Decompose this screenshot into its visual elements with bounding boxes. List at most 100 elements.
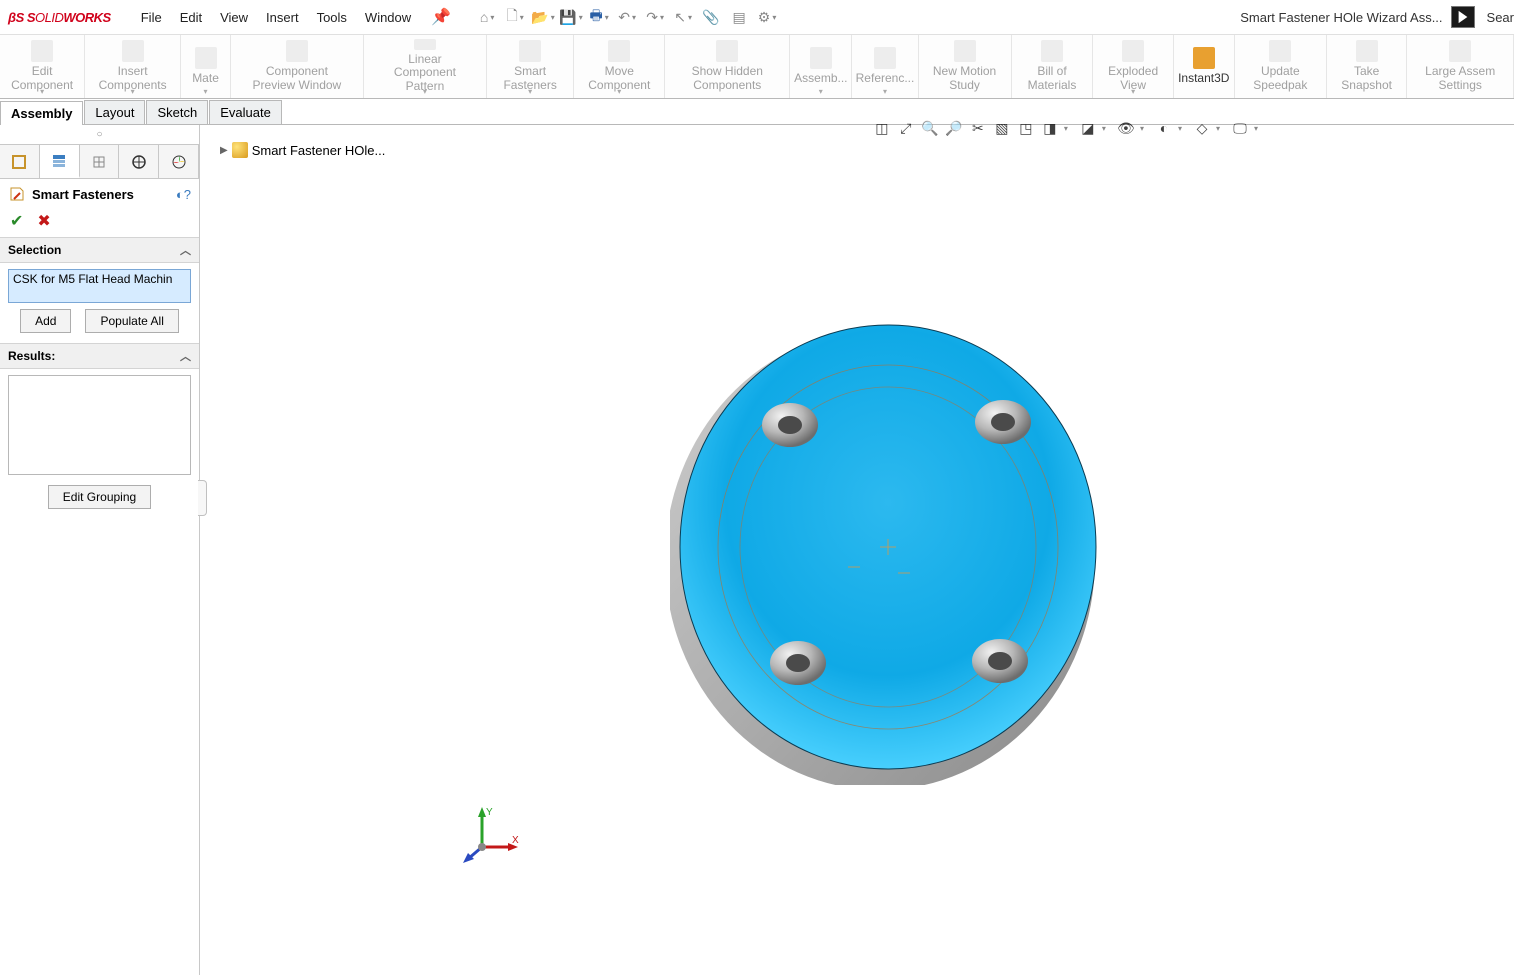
select-icon[interactable]: ↖▾ (669, 6, 697, 28)
redo-icon[interactable]: ↷▾ (641, 6, 669, 28)
smart-fasteners-icon (8, 185, 26, 203)
ribbon-large-assem-settings[interactable]: Large Assem Settings (1407, 35, 1514, 98)
appearance-tab[interactable] (159, 145, 199, 178)
tab-sketch[interactable]: Sketch (146, 100, 208, 124)
dropdown-icon: ▾ (617, 87, 621, 96)
ribbon-label: Instant3D (1178, 72, 1229, 86)
ribbon-bill-of-materials[interactable]: Bill of Materials (1012, 35, 1094, 98)
ribbon-icon (810, 47, 832, 69)
property-manager-panel: ○ Smart Fasteners ◐? ✔ ✖ Selection ︿ CSK… (0, 125, 200, 975)
ribbon-icon (1122, 40, 1144, 62)
ribbon-icon (286, 40, 308, 62)
search-label: Sear (1487, 10, 1514, 25)
attach-icon[interactable]: 📎 (697, 6, 725, 28)
menu-view[interactable]: View (212, 6, 256, 29)
dropdown-icon: ▾ (1131, 87, 1135, 96)
ribbon-icon (414, 39, 436, 50)
tab-assembly[interactable]: Assembly (0, 101, 83, 125)
add-button[interactable]: Add (20, 309, 71, 333)
dropdown-icon: ▾ (819, 87, 823, 96)
flange-model[interactable] (670, 315, 1100, 785)
menu-window[interactable]: Window (357, 6, 419, 29)
dim-manager-tab[interactable] (119, 145, 159, 178)
ribbon-instant3d[interactable]: Instant3D (1174, 35, 1235, 98)
ribbon-icon (1041, 40, 1063, 62)
ribbon-smart-fasteners[interactable]: Smart Fasteners▾ (487, 35, 574, 98)
open-icon[interactable]: 📂▾ (529, 6, 557, 28)
ribbon-icon (31, 40, 53, 62)
menu-insert[interactable]: Insert (258, 6, 307, 29)
menu-edit[interactable]: Edit (172, 6, 210, 29)
save-icon[interactable]: 💾▾ (557, 6, 585, 28)
ribbon-update-speedpak[interactable]: Update Speedpak (1235, 35, 1327, 98)
new-icon[interactable]: 🗋▾ (501, 6, 529, 28)
pin-icon[interactable]: 📌 (425, 4, 457, 30)
menu-bar: βS SOLIDWORKS File Edit View Insert Tool… (0, 0, 1514, 34)
ribbon-label: New Motion Study (931, 65, 999, 93)
ribbon-take-snapshot[interactable]: Take Snapshot (1327, 35, 1408, 98)
pm-header: Smart Fasteners ◐? (0, 179, 199, 209)
selection-section-header[interactable]: Selection ︿ (0, 237, 199, 263)
document-title: Smart Fastener HOle Wizard Ass... (1240, 10, 1442, 25)
command-tabs: AssemblyLayoutSketchEvaluate (0, 99, 1514, 125)
graphics-viewport[interactable]: Y X (200, 125, 1514, 975)
results-label: Results: (8, 349, 55, 363)
svg-text:Y: Y (486, 807, 493, 818)
ribbon-edit-component[interactable]: Edit Component▾ (0, 35, 85, 98)
ok-button[interactable]: ✔ (10, 211, 23, 231)
config-manager-tab[interactable] (80, 145, 120, 178)
undo-icon[interactable]: ↶▾ (613, 6, 641, 28)
ribbon-label: Mate (192, 72, 219, 86)
ribbon: Edit Component▾Insert Components▾Mate▾Co… (0, 34, 1514, 99)
ribbon-icon (608, 40, 630, 62)
main-menu: File Edit View Insert Tools Window (133, 6, 419, 29)
tab-layout[interactable]: Layout (84, 100, 145, 124)
ribbon-linear-component-pattern[interactable]: Linear Component Pattern▾ (364, 35, 487, 98)
home-icon[interactable]: ⌂▾ (473, 6, 501, 28)
ribbon-move-component[interactable]: Move Component▾ (574, 35, 665, 98)
ribbon-new-motion-study[interactable]: New Motion Study (919, 35, 1012, 98)
view-triad[interactable]: Y X (460, 805, 520, 865)
ribbon-referenc-[interactable]: Referenc...▾ (852, 35, 918, 98)
quick-access-toolbar: ⌂▾ 🗋▾ 📂▾ 💾▾ 🖶▾ ↶▾ ↷▾ ↖▾ 📎 ▤ ⚙▾ (473, 6, 781, 28)
options-icon[interactable]: ⚙▾ (753, 6, 781, 28)
selection-list[interactable]: CSK for M5 Flat Head Machin (8, 269, 191, 303)
ribbon-assemb-[interactable]: Assemb...▾ (790, 35, 852, 98)
ribbon-icon (122, 40, 144, 62)
property-manager-tab[interactable] (40, 145, 80, 178)
feature-tree-tab[interactable] (0, 145, 40, 178)
dropdown-icon: ▾ (131, 87, 135, 96)
ribbon-insert-components[interactable]: Insert Components▾ (85, 35, 181, 98)
ribbon-exploded-view[interactable]: Exploded View▾ (1093, 35, 1173, 98)
menu-file[interactable]: File (133, 6, 170, 29)
print-icon[interactable]: 🖶▾ (585, 6, 613, 28)
ribbon-label: Referenc... (856, 72, 915, 86)
svg-text:X: X (512, 835, 519, 846)
search-button[interactable] (1451, 6, 1475, 28)
panel-handle[interactable]: ○ (0, 125, 199, 145)
cancel-button[interactable]: ✖ (37, 211, 50, 231)
ribbon-label: Large Assem Settings (1419, 65, 1501, 93)
menu-tools[interactable]: Tools (309, 6, 355, 29)
rebuild-icon[interactable]: ▤ (725, 6, 753, 28)
chevron-up-icon: ︿ (180, 242, 191, 258)
ribbon-label: Bill of Materials (1024, 65, 1081, 93)
results-section-header[interactable]: Results: ︿ (0, 343, 199, 369)
ribbon-icon (519, 40, 541, 62)
ribbon-icon (195, 47, 217, 69)
ribbon-label: Update Speedpak (1247, 65, 1314, 93)
tab-evaluate[interactable]: Evaluate (209, 100, 282, 124)
populate-all-button[interactable]: Populate All (85, 309, 178, 333)
edit-grouping-button[interactable]: Edit Grouping (48, 485, 151, 509)
ribbon-label: Take Snapshot (1339, 65, 1395, 93)
chevron-up-icon: ︿ (180, 348, 191, 364)
results-list[interactable] (8, 375, 191, 475)
dropdown-icon: ▾ (883, 87, 887, 96)
ribbon-icon (954, 40, 976, 62)
help-icon[interactable]: ◐? (176, 187, 191, 202)
ribbon-show-hidden-components[interactable]: Show Hidden Components (665, 35, 790, 98)
ribbon-icon (1449, 40, 1471, 62)
ribbon-mate[interactable]: Mate▾ (181, 35, 231, 98)
dropdown-icon: ▾ (40, 87, 44, 96)
ribbon-component-preview-window[interactable]: Component Preview Window (231, 35, 364, 98)
